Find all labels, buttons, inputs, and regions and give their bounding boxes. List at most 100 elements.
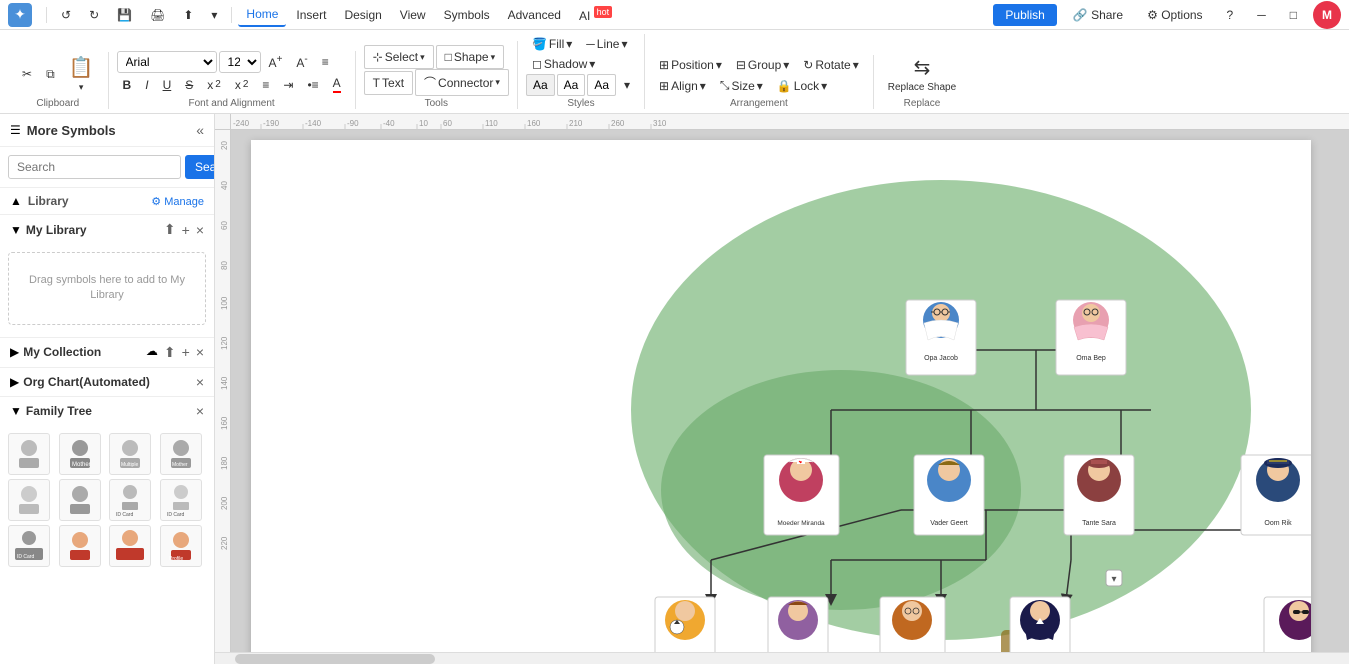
symbol-item-2[interactable]: Mother [59,433,101,475]
style-preset-2[interactable]: Aa [557,74,586,96]
line-button[interactable]: ─ Line ▾ [580,34,633,54]
lock-button[interactable]: 🔒 Lock ▾ [771,76,833,96]
strikethrough-button[interactable]: S [179,75,199,95]
tab-advanced[interactable]: Advanced [500,4,569,26]
font-increase-button[interactable]: A+ [263,51,289,73]
italic-button[interactable]: I [139,75,154,95]
underline-button[interactable]: U [157,75,178,95]
styles-expand-button[interactable]: ▾ [618,75,636,95]
align-arrange-button[interactable]: ⊞ Align ▾ [653,76,712,96]
sidebar-collapse-button[interactable]: « [196,122,204,138]
dropdown-indicator[interactable]: ▾ [1106,570,1122,586]
org-chart-section-header[interactable]: ▶ Org Chart(Automated) × [0,367,214,396]
style-preset-1[interactable]: Aa [526,74,555,96]
symbol-item-5[interactable] [8,479,50,521]
menu-print[interactable]: 🖨 [142,4,173,26]
font-size-select[interactable]: 12 [219,51,261,73]
my-library-close-button[interactable]: × [196,221,204,238]
align-button[interactable]: ≡ [316,52,335,72]
fill-button[interactable]: 🪣 Fill ▾ [526,34,578,54]
family-tree-section-header[interactable]: ▼ Family Tree × [0,396,214,425]
rotate-button[interactable]: ↻ Rotate ▾ [797,55,864,75]
search-button[interactable]: Search [185,155,215,179]
cut-button[interactable]: ✂ [16,64,38,84]
symbol-item-12[interactable]: Profile [160,525,202,567]
symbol-item-7[interactable]: ID Card [109,479,151,521]
copy-button[interactable]: ⧉ [40,64,61,85]
tab-ai[interactable]: AI hot [571,3,620,27]
node-broer[interactable]: Broer [655,597,715,652]
subscript-button[interactable]: x2 [229,75,255,95]
menu-redo[interactable]: ↻ [81,4,107,26]
menu-more[interactable]: ▾ [203,4,225,26]
bold-button[interactable]: B [117,75,138,95]
node-julia[interactable]: Julia [768,597,828,652]
node-oom-rik[interactable]: Oom Rik [1241,455,1311,535]
position-button[interactable]: ⊞ Position ▾ [653,55,728,75]
node-nichtje-isa[interactable]: Nichtje Isa [1264,597,1311,652]
help-button[interactable]: ? [1219,4,1242,26]
text-button[interactable]: T Text [364,71,413,95]
node-peter[interactable]: Peter [1010,597,1070,652]
symbol-item-9[interactable]: ID Card [8,525,50,567]
tab-design[interactable]: Design [336,4,389,26]
manage-link[interactable]: ⚙ Manage [151,195,204,208]
shadow-button[interactable]: ◻ Shadow ▾ [526,54,601,74]
window-max[interactable]: □ [1282,4,1305,26]
my-library-add-button[interactable]: + [182,221,190,238]
font-decrease-button[interactable]: A- [290,51,313,73]
symbol-item-1[interactable] [8,433,50,475]
family-tree-close-button[interactable]: × [196,403,204,419]
horizontal-scrollbar[interactable] [215,652,1349,664]
my-collection-section-header[interactable]: ▶ My Collection ☁ ⬆ + × [0,337,214,367]
list-button[interactable]: ≡ [256,75,275,95]
bullet-button[interactable]: •≡ [301,75,324,95]
node-oma-bep[interactable]: Oma Bep [1056,300,1126,375]
node-zus-berte[interactable]: Zus Berte [880,597,945,652]
paste-button[interactable]: 📋▾ [63,52,100,96]
share-button[interactable]: 🔗 Share [1065,4,1131,26]
node-moeder-miranda[interactable]: Moeder Miranda [764,455,839,535]
svg-text:Vader Geert: Vader Geert [930,520,968,527]
symbol-item-10[interactable] [59,525,101,567]
indent-button[interactable]: ⇥ [277,75,299,95]
symbol-item-3[interactable]: Multiple [109,433,151,475]
node-vader-geert[interactable]: Vader Geert [914,455,984,535]
menu-export[interactable]: ⬆ [175,4,201,26]
scrollbar-thumb[interactable] [235,654,435,664]
menu-undo[interactable]: ↺ [53,4,79,26]
symbol-item-6[interactable] [59,479,101,521]
tab-insert[interactable]: Insert [288,4,334,26]
org-chart-close-button[interactable]: × [196,374,204,390]
window-min[interactable]: ─ [1249,4,1274,26]
my-library-upload-button[interactable]: ⬆ [164,221,176,238]
superscript-button[interactable]: x2 [201,75,227,95]
node-opa-jacob[interactable]: Opa Jacob [906,300,976,375]
symbol-item-8[interactable]: ID Card [160,479,202,521]
select-button[interactable]: ⊹ Select ▾ [364,45,434,69]
publish-button[interactable]: Publish [993,4,1056,26]
my-collection-upload-button[interactable]: ⬆ [164,344,176,361]
options-button[interactable]: ⚙ Options [1139,4,1210,26]
group-button[interactable]: ⊟ Group ▾ [730,55,795,75]
font-family-select[interactable]: Arial [117,51,217,73]
font-color-button[interactable]: A [327,73,347,96]
symbol-item-4[interactable]: Mother [160,433,202,475]
profile-avatar[interactable]: M [1313,1,1341,29]
size-button[interactable]: ⤡ Size ▾ [714,75,769,96]
symbol-item-11[interactable] [109,525,151,567]
menu-save[interactable]: 💾 [109,4,140,26]
tab-symbols[interactable]: Symbols [436,4,498,26]
my-collection-close-button[interactable]: × [196,344,204,361]
my-library-section-header[interactable]: ▼ My Library ⬆ + × [0,215,214,244]
canvas-area[interactable]: Opa Jacob Oma Bep [231,130,1349,652]
shape-button[interactable]: □ Shape ▾ [436,45,504,69]
connector-button[interactable]: ⌒ Connector ▾ [415,69,509,96]
tab-view[interactable]: View [392,4,434,26]
tab-home[interactable]: Home [238,3,286,27]
replace-shape-button[interactable]: ⇆ Replace Shape [882,52,962,96]
style-preset-3[interactable]: Aa [587,74,616,96]
my-collection-add-button[interactable]: + [182,344,190,361]
node-tante-sara[interactable]: Tante Sara [1064,455,1134,535]
search-input[interactable] [8,155,181,179]
